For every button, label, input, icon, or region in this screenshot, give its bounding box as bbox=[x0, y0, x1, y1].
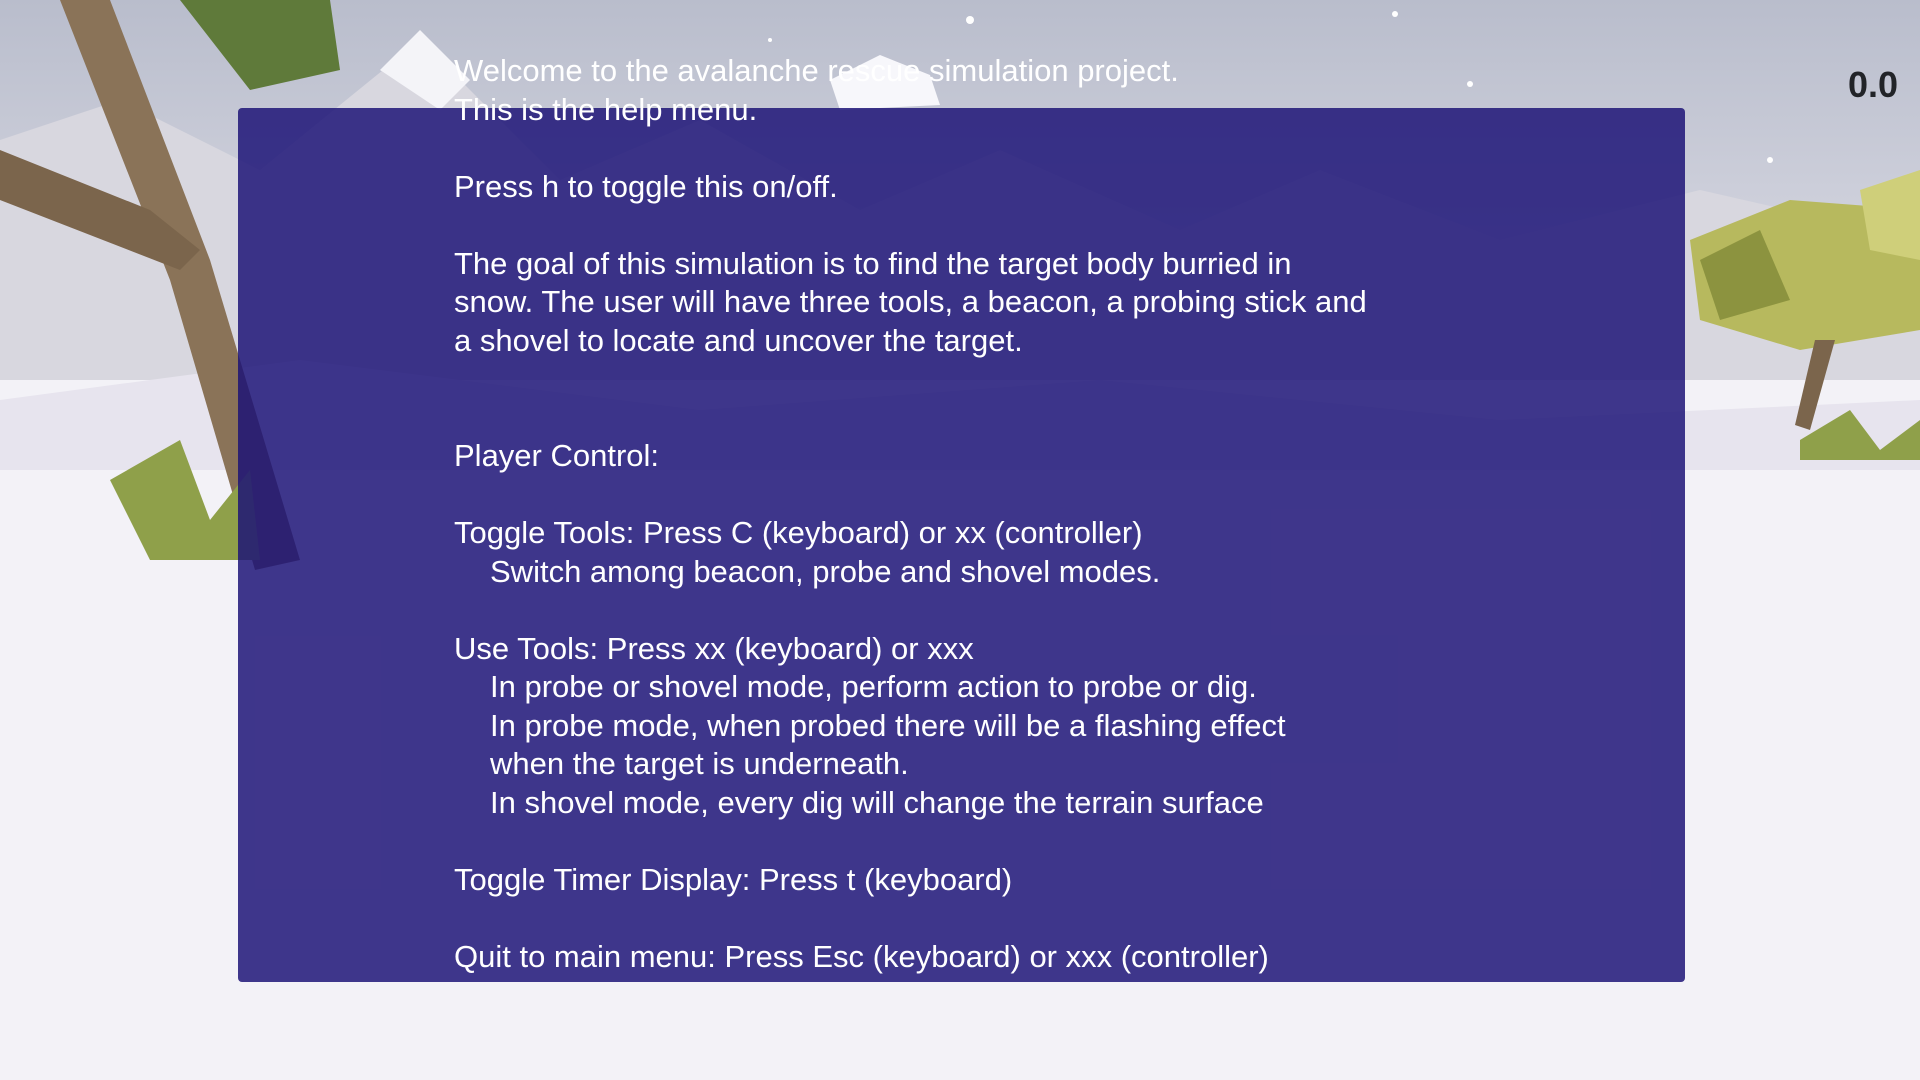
quit-label: Quit to main menu: Press Esc (keyboard) … bbox=[454, 938, 1269, 974]
goal-text-line: snow. The user will have three tools, a … bbox=[454, 284, 1367, 319]
player-control-heading: Player Control: bbox=[454, 438, 660, 473]
help-toggle-hint: Press h to toggle this on/off. bbox=[454, 168, 838, 204]
goal-text-line: a shovel to locate and uncover the targe… bbox=[454, 322, 1023, 358]
timer-display: 0.0 bbox=[1847, 64, 1898, 105]
goal-text-line: The goal of this simulation is to find t… bbox=[454, 245, 1292, 281]
use-tools-detail: In shovel mode, every dig will change th… bbox=[490, 784, 1264, 820]
toggle-timer-label: Toggle Timer Display: Press t (keyboard) bbox=[454, 861, 1013, 897]
help-welcome-line: Welcome to the avalanche rescue simulati… bbox=[454, 53, 1179, 88]
use-tools-detail: In probe or shovel mode, perform action … bbox=[490, 669, 1257, 704]
toggle-tools-label: Toggle Tools: Press C (keyboard) or xx (… bbox=[454, 515, 1143, 550]
help-menu-text: Welcome to the avalanche rescue simulati… bbox=[454, 52, 1514, 976]
use-tools-detail: when the target is underneath. bbox=[490, 746, 909, 781]
help-intro-line: This is the help menu. bbox=[454, 91, 758, 127]
use-tools-detail: In probe mode, when probed there will be… bbox=[490, 707, 1286, 743]
toggle-tools-detail: Switch among beacon, probe and shovel mo… bbox=[490, 553, 1161, 589]
use-tools-label: Use Tools: Press xx (keyboard) or xxx bbox=[454, 630, 974, 666]
